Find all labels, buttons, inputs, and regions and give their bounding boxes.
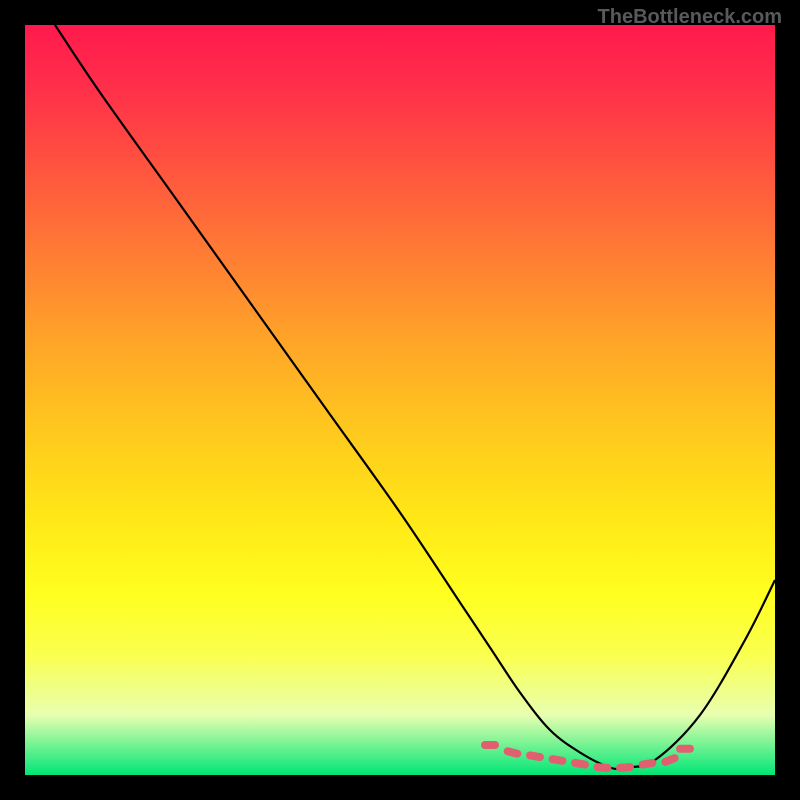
optimal-band-marker — [638, 758, 657, 769]
optimal-band-marker — [676, 745, 694, 753]
optimal-band-marker — [593, 763, 612, 772]
optimal-band-marker — [570, 758, 589, 769]
optimal-band-marker — [548, 755, 567, 766]
optimal-band-marker — [481, 741, 499, 749]
chart-svg — [25, 25, 775, 775]
plot-area — [25, 25, 775, 775]
watermark-text: TheBottleneck.com — [598, 6, 782, 29]
optimal-band-marker — [503, 746, 522, 758]
optimal-band-marker — [616, 763, 635, 772]
chart-container: TheBottleneck.com — [0, 0, 800, 800]
bottleneck-curve — [55, 25, 775, 769]
optimal-band-marker — [525, 751, 544, 762]
